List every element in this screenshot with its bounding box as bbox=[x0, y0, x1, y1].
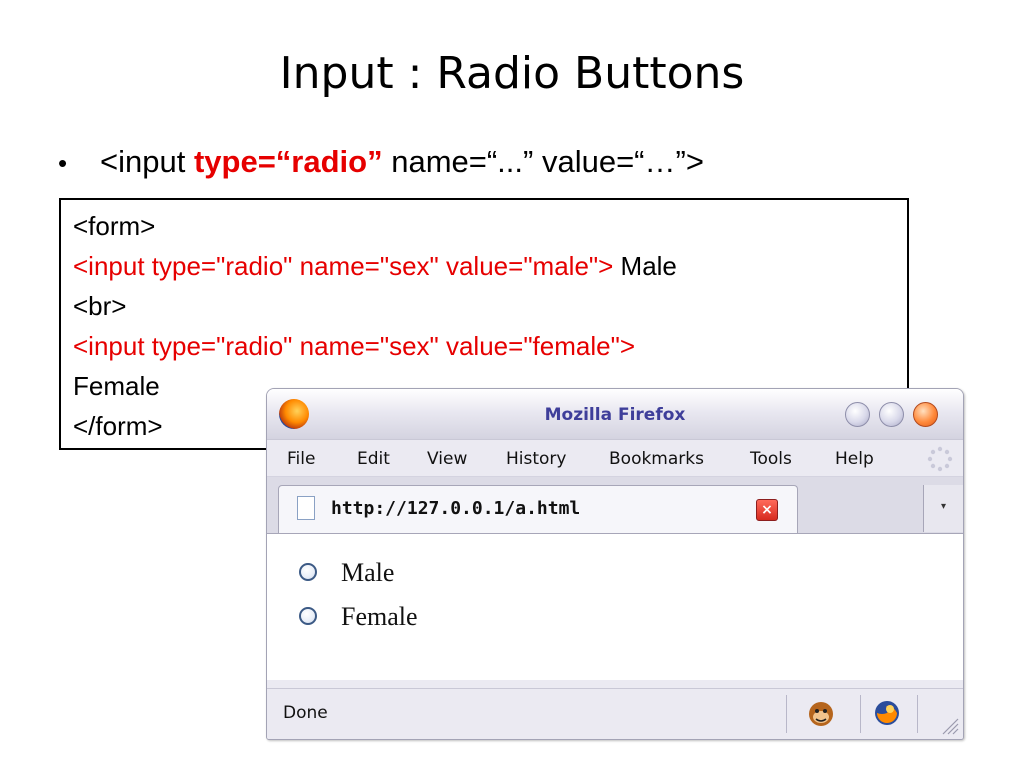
close-icon[interactable] bbox=[913, 402, 938, 427]
status-text: Done bbox=[283, 703, 328, 723]
tab-active[interactable]: http://127.0.0.1/a.html × bbox=[278, 485, 798, 533]
tab-bar: http://127.0.0.1/a.html × ▾ bbox=[267, 477, 963, 534]
code-line-input-female: <input type="radio" name="sex" value="fe… bbox=[73, 331, 635, 361]
status-separator bbox=[917, 695, 918, 733]
menu-edit[interactable]: Edit bbox=[357, 449, 390, 469]
resize-grip-icon[interactable] bbox=[937, 713, 959, 735]
code-line-form-open: <form> bbox=[73, 211, 156, 241]
menu-view[interactable]: View bbox=[427, 449, 467, 469]
maximize-icon[interactable] bbox=[879, 402, 904, 427]
tab-list-chevron-icon[interactable]: ▾ bbox=[923, 485, 963, 532]
firefox-window: Mozilla Firefox File Edit View History B… bbox=[266, 388, 964, 740]
bullet-line: • <input type=“radio” name=“...” value=“…… bbox=[58, 140, 704, 185]
menu-bookmarks[interactable]: Bookmarks bbox=[609, 449, 704, 469]
menu-file[interactable]: File bbox=[287, 449, 315, 469]
code-input-male-label: Male bbox=[613, 251, 677, 281]
radio-label-male: Male bbox=[341, 558, 395, 587]
bullet-highlight: type=“radio” bbox=[193, 144, 383, 179]
menu-help[interactable]: Help bbox=[835, 449, 874, 469]
greasemonkey-icon[interactable] bbox=[807, 699, 835, 727]
status-separator bbox=[786, 695, 787, 733]
minimize-icon[interactable] bbox=[845, 402, 870, 427]
throbber-icon bbox=[927, 446, 953, 472]
bullet-dot: • bbox=[58, 148, 68, 178]
radio-label-female: Female bbox=[341, 602, 418, 631]
bullet-suffix: name=“...” value=“…”> bbox=[382, 144, 704, 179]
radio-male[interactable] bbox=[299, 563, 317, 581]
radio-female[interactable] bbox=[299, 607, 317, 625]
page-icon bbox=[297, 496, 315, 520]
code-input-male-tag: <input type="radio" name="sex" value="ma… bbox=[73, 251, 614, 281]
slide-title: Input : Radio Buttons bbox=[279, 48, 745, 99]
tab-close-icon[interactable]: × bbox=[756, 499, 778, 521]
page-content: Male Female bbox=[267, 534, 963, 680]
bullet-prefix: <input bbox=[100, 144, 194, 179]
menu-tools[interactable]: Tools bbox=[750, 449, 792, 469]
code-line-br: <br> bbox=[73, 291, 127, 321]
firefox-logo-icon[interactable] bbox=[873, 699, 901, 727]
tab-label: http://127.0.0.1/a.html bbox=[331, 498, 581, 519]
menubar: File Edit View History Bookmarks Tools H… bbox=[267, 440, 963, 477]
status-separator bbox=[860, 695, 861, 733]
code-line-input-male: <input type="radio" name="sex" value="ma… bbox=[73, 246, 895, 286]
menu-history[interactable]: History bbox=[506, 449, 566, 469]
status-bar: Done bbox=[267, 688, 963, 739]
window-titlebar[interactable]: Mozilla Firefox bbox=[267, 389, 963, 440]
